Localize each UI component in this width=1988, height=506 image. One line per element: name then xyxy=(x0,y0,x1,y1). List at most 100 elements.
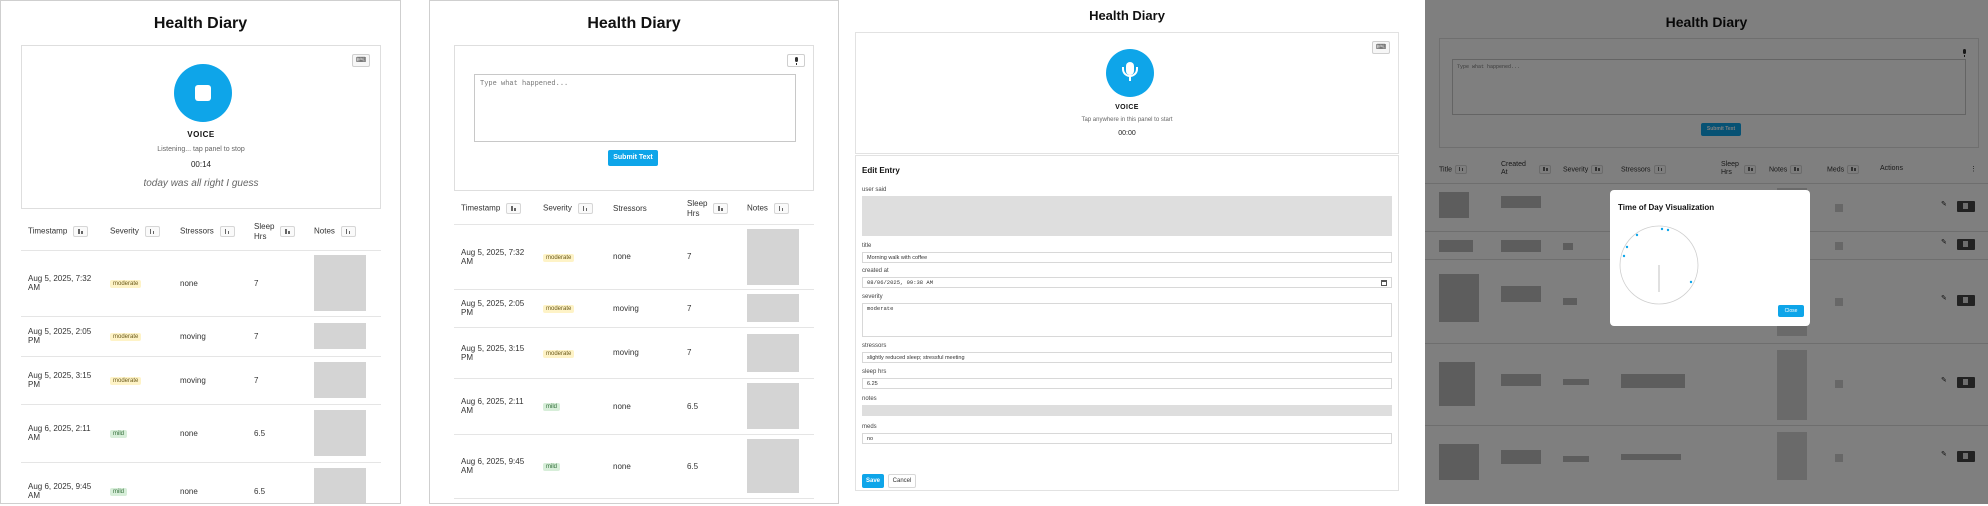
notes-cell xyxy=(740,378,814,435)
table-row[interactable]: Aug 5, 2025, 3:15 PM moderate moving 7 xyxy=(454,327,814,379)
table-row[interactable]: Aug 5, 2025, 7:32 AM moderate none 7 xyxy=(454,224,814,290)
table-row[interactable]: Aug 5, 2025, 2:05 PM moderate moving 7 xyxy=(21,316,381,357)
entry-dot xyxy=(1666,228,1670,232)
user-said-label: user said xyxy=(862,187,887,193)
notes-cell xyxy=(740,327,814,379)
severity-badge: moderate xyxy=(543,305,575,313)
column-header-timestamp: Timestamp xyxy=(454,194,536,225)
stressors-label: stressors xyxy=(862,343,887,349)
table-row[interactable]: Aug 5, 2025, 3:15 PM moderate moving 7 xyxy=(21,356,381,405)
stressors-cell: none xyxy=(606,378,680,435)
severity-badge: moderate xyxy=(110,333,142,341)
notes-cell xyxy=(307,316,381,357)
sleep-hrs-label: sleep hrs xyxy=(862,369,887,375)
table-row[interactable]: Aug 6, 2025, 2:11 AM mild none 6.5 xyxy=(454,378,814,435)
timestamp-cell: Aug 5, 2025, 7:32 AM xyxy=(454,224,536,290)
notes-placeholder xyxy=(747,228,799,285)
cancel-button[interactable]: Cancel xyxy=(888,474,916,488)
table-row[interactable]: Aug 6, 2025, 9:45 AM mild none 6.5 xyxy=(21,462,381,503)
column-header-timestamp: Timestamp xyxy=(21,214,103,251)
calendar-icon[interactable] xyxy=(1381,280,1387,286)
recording-timer: 00:14 xyxy=(190,160,212,169)
severity-badge: mild xyxy=(110,488,128,496)
severity-cell: moderate xyxy=(103,250,173,317)
title-field[interactable]: Morning walk with coffee xyxy=(862,252,1392,263)
stressors-cell: moving xyxy=(606,327,680,379)
stressors-cell: none xyxy=(173,250,247,317)
sort-icon[interactable] xyxy=(713,203,729,215)
severity-badge: mild xyxy=(110,430,128,438)
screen-text-entry: Health Diary Type what happened... Submi… xyxy=(429,0,839,504)
severity-cell: mild xyxy=(536,434,606,499)
timestamp-cell: Aug 6, 2025, 2:11 AM xyxy=(454,378,536,435)
timestamp-cell: Aug 6, 2025, 9:45 AM xyxy=(21,462,103,503)
stop-icon xyxy=(195,85,211,101)
voice-panel[interactable]: ⌨ VOICE Tap anywhere in this panel to st… xyxy=(855,32,1399,154)
severity-cell: mild xyxy=(103,462,173,503)
column-header-stressors: Stressors xyxy=(606,194,680,225)
table-row[interactable]: Aug 5, 2025, 7:32 AM moderate none 7 xyxy=(21,250,381,317)
keyboard-icon[interactable]: ⌨ xyxy=(352,54,370,67)
submit-text-button[interactable]: Submit Text xyxy=(608,150,658,166)
notes-cell xyxy=(307,250,381,317)
column-header-notes: Notes xyxy=(307,214,381,251)
notes-cell xyxy=(740,224,814,290)
sleep-hrs-field[interactable]: 6.25 xyxy=(862,378,1392,389)
meds-field[interactable]: no xyxy=(862,433,1392,444)
sleep-cell: 6.5 xyxy=(247,404,307,463)
stressors-field[interactable]: slightly reduced sleep; stressful meetin… xyxy=(862,352,1392,363)
severity-cell: moderate xyxy=(103,316,173,357)
severity-cell: mild xyxy=(103,404,173,463)
severity-field[interactable]: moderate xyxy=(862,303,1392,337)
recording-timer: 00:00 xyxy=(1118,130,1136,137)
meds-label: meds xyxy=(862,424,877,430)
stop-recording-button[interactable] xyxy=(174,64,232,122)
table-row[interactable]: Aug 5, 2025, 2:05 PM moderate moving 7 xyxy=(454,289,814,328)
sort-icon[interactable] xyxy=(577,203,593,215)
title-label: title xyxy=(862,243,872,249)
stressors-cell: none xyxy=(173,462,247,503)
notes-placeholder xyxy=(314,323,366,349)
timestamp-cell: Aug 6, 2025, 2:11 AM xyxy=(21,404,103,463)
voice-panel[interactable]: ⌨ VOICE Listening... tap panel to stop 0… xyxy=(21,45,381,209)
save-button[interactable]: Save xyxy=(862,474,884,488)
sort-icon[interactable] xyxy=(773,203,789,215)
table-row[interactable]: Aug 6, 2025, 9:45 AM mild none 6.5 xyxy=(454,434,814,499)
stressors-cell: none xyxy=(606,434,680,499)
sort-icon[interactable] xyxy=(280,226,296,238)
table-header-row: Timestamp Severity Stressors Sleep Hrs No… xyxy=(454,194,814,225)
entry-textarea[interactable]: Type what happened... xyxy=(474,74,796,142)
created-at-field[interactable]: 08/06/2025, 09:38 AM xyxy=(862,277,1392,288)
sort-icon[interactable] xyxy=(340,226,356,238)
notes-cell xyxy=(740,289,814,328)
recording-status: Tap anywhere in this panel to start xyxy=(1081,117,1173,123)
sleep-cell: 7 xyxy=(680,224,740,290)
notes-field[interactable] xyxy=(862,405,1392,416)
sleep-cell: 7 xyxy=(680,289,740,328)
entries-table: Timestamp Severity Stressors Sleep Hrs No… xyxy=(454,194,814,499)
notes-placeholder xyxy=(747,333,799,372)
notes-placeholder xyxy=(747,294,799,322)
screen-edit-entry: Health Diary ⌨ VOICE Tap anywhere in thi… xyxy=(853,0,1401,504)
sort-icon[interactable] xyxy=(506,203,522,215)
modal-title: Time of Day Visualization xyxy=(1618,203,1715,212)
severity-label: severity xyxy=(862,294,883,300)
table-row[interactable]: Aug 6, 2025, 2:11 AM mild none 6.5 xyxy=(21,404,381,463)
sort-icon[interactable] xyxy=(144,226,160,238)
sort-icon[interactable] xyxy=(219,226,235,238)
keyboard-icon[interactable]: ⌨ xyxy=(1372,41,1390,54)
created-at-label: created at xyxy=(862,268,889,274)
microphone-icon[interactable] xyxy=(787,54,805,67)
screen-time-of-day-modal: Health Diary Type what happened... Submi… xyxy=(1425,0,1988,504)
start-recording-button[interactable] xyxy=(1106,49,1154,97)
sort-icon[interactable] xyxy=(73,226,89,238)
sleep-cell: 7 xyxy=(247,356,307,405)
stressors-cell: none xyxy=(173,404,247,463)
user-said-field[interactable] xyxy=(862,196,1392,236)
close-button[interactable]: Close xyxy=(1778,305,1804,317)
stressors-cell: moving xyxy=(173,316,247,357)
severity-badge: moderate xyxy=(110,280,142,288)
sleep-cell: 7 xyxy=(247,316,307,357)
stressors-cell: moving xyxy=(173,356,247,405)
entry-dot xyxy=(1625,245,1629,249)
